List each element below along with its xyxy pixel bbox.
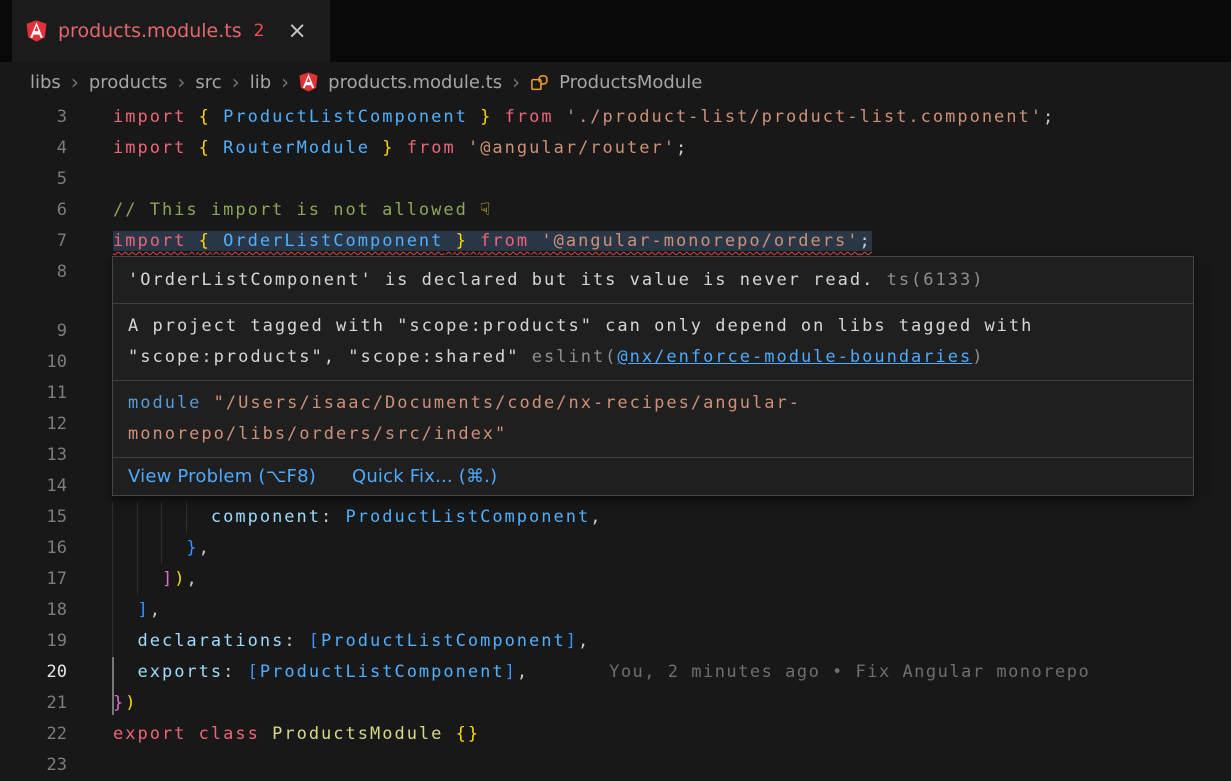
code-line-20[interactable]: 20 exports: [ProductListComponent],You, … — [0, 657, 1231, 688]
module-info-line1: module "/Users/isaac/Documents/code/nx-r… — [128, 388, 1178, 419]
git-blame-annotation: You, 2 minutes ago • Fix Angular monorep… — [609, 662, 1090, 682]
angular-file-icon — [299, 72, 318, 92]
code-line-text: export class ProductsModule {} — [113, 719, 480, 750]
code-line-5[interactable]: 5 — [0, 164, 1231, 195]
breadcrumb-products[interactable]: products — [89, 72, 168, 93]
code-line-19[interactable]: 19 declarations: [ProductListComponent], — [0, 626, 1231, 657]
line-number-3[interactable]: 3 — [0, 102, 67, 133]
line-number-8[interactable]: 8 — [0, 257, 67, 288]
code-line-21[interactable]: 21}) — [0, 688, 1231, 719]
close-icon[interactable]: × — [287, 20, 306, 43]
chevron-right-icon: › — [232, 70, 240, 94]
code-line-18[interactable]: 18 ], — [0, 595, 1231, 626]
code-line-text: import { OrderListComponent } from '@ang… — [113, 226, 872, 257]
eslint-message-line1: A project tagged with "scope:products" c… — [128, 311, 1178, 342]
tab-problems-badge: 2 — [254, 21, 265, 41]
code-line-16[interactable]: 16 }, — [0, 533, 1231, 564]
code-line-text: exports: [ProductListComponent],You, 2 m… — [113, 657, 1090, 688]
code-line-text: ], — [113, 595, 162, 626]
breadcrumb-file[interactable]: products.module.ts — [328, 72, 502, 93]
breadcrumb-libs[interactable]: libs — [30, 72, 61, 93]
eslint-message-line2: "scope:products", "scope:shared" eslint(… — [128, 342, 1178, 373]
view-problem-action[interactable]: View Problem (⌥F8) — [128, 466, 316, 487]
code-line-text: import { ProductListComponent } from './… — [113, 102, 1055, 133]
diagnostic-hover-popup: 'OrderListComponent' is declared but its… — [112, 256, 1194, 496]
ts-diagnostic-message: 'OrderListComponent' is declared but its… — [128, 270, 874, 290]
line-number-16[interactable]: 16 — [0, 533, 67, 564]
indent-guide-active — [112, 657, 114, 715]
line-number-23[interactable]: 23 — [0, 750, 67, 781]
breadcrumb-symbol[interactable]: ProductsModule — [559, 72, 702, 93]
line-number-18[interactable]: 18 — [0, 595, 67, 626]
chevron-right-icon: › — [281, 70, 289, 94]
code-line-text: ]), — [113, 564, 199, 595]
code-line-17[interactable]: 17 ]), — [0, 564, 1231, 595]
ts-diagnostic-code: ts(6133) — [887, 270, 985, 290]
line-number-22[interactable]: 22 — [0, 719, 67, 750]
line-number-13[interactable]: 13 — [0, 440, 67, 471]
line-number-12[interactable]: 12 — [0, 409, 67, 440]
line-number-10[interactable]: 10 — [0, 347, 67, 378]
code-line-23[interactable]: 23 — [0, 750, 1231, 781]
hover-status-bar: View Problem (⌥F8) Quick Fix... (⌘.) — [113, 458, 1193, 495]
eslint-rule-link[interactable]: @nx/enforce-module-boundaries — [617, 347, 972, 367]
line-number-20[interactable]: 20 — [0, 657, 67, 688]
code-line-3[interactable]: 3 import { ProductListComponent } from '.… — [0, 102, 1231, 133]
breadcrumb-lib[interactable]: lib — [250, 72, 271, 93]
code-editor[interactable]: 3 import { ProductListComponent } from '.… — [0, 102, 1231, 780]
line-number-4[interactable]: 4 — [0, 133, 67, 164]
line-number-15[interactable]: 15 — [0, 502, 67, 533]
code-line-7[interactable]: 7 import { OrderListComponent } from '@an… — [0, 226, 1231, 257]
line-number-14[interactable]: 14 — [0, 471, 67, 502]
code-line-4[interactable]: 4 import { RouterModule } from '@angular/… — [0, 133, 1231, 164]
angular-file-icon — [26, 20, 47, 42]
module-keyword: module — [128, 393, 201, 413]
error-squiggle-range: import { OrderListComponent } from '@ang… — [113, 231, 872, 251]
line-number-19[interactable]: 19 — [0, 626, 67, 657]
breadcrumb-src[interactable]: src — [195, 72, 221, 93]
code-line-text: }) — [113, 688, 138, 719]
tab-products-module[interactable]: products.module.ts 2 × — [12, 0, 330, 62]
indent-guide — [112, 502, 113, 657]
module-info-line2: monorepo/libs/orders/src/index" — [128, 419, 1178, 450]
tab-title: products.module.ts — [58, 20, 242, 42]
indent-guide — [186, 502, 187, 533]
chevron-right-icon: › — [177, 70, 185, 94]
line-number-11[interactable]: 11 — [0, 378, 67, 409]
line-number-9[interactable]: 9 — [0, 316, 67, 347]
quick-fix-action[interactable]: Quick Fix... (⌘.) — [352, 466, 497, 487]
code-line-text: import { RouterModule } from '@angular/r… — [113, 133, 688, 164]
indent-guide — [161, 502, 162, 564]
breadcrumb: libs › products › src › lib › products.m… — [0, 62, 1231, 102]
indent-guide — [137, 502, 138, 595]
tab-bar: products.module.ts 2 × — [0, 0, 1231, 62]
line-number-6[interactable]: 6 — [0, 195, 67, 226]
code-line-text: // This import is not allowed ☟ — [113, 195, 492, 226]
line-number-21[interactable]: 21 — [0, 688, 67, 719]
code-line-6[interactable]: 6 // This import is not allowed ☟ — [0, 195, 1231, 226]
code-line-text: declarations: [ProductListComponent], — [113, 626, 590, 657]
code-line-22[interactable]: 22 export class ProductsModule {} — [0, 719, 1231, 750]
line-number-5[interactable]: 5 — [0, 164, 67, 195]
hover-module-info: module "/Users/isaac/Documents/code/nx-r… — [113, 381, 1193, 457]
chevron-right-icon: › — [512, 70, 520, 94]
line-number-17[interactable]: 17 — [0, 564, 67, 595]
chevron-right-icon: › — [71, 70, 79, 94]
line-number-7[interactable]: 7 — [0, 226, 67, 257]
class-symbol-icon — [530, 73, 549, 92]
hover-ts-diagnostic: 'OrderListComponent' is declared but its… — [113, 257, 1193, 303]
code-line-15[interactable]: 15 component: ProductListComponent, — [0, 502, 1231, 533]
hover-eslint-diagnostic: A project tagged with "scope:products" c… — [113, 304, 1193, 380]
